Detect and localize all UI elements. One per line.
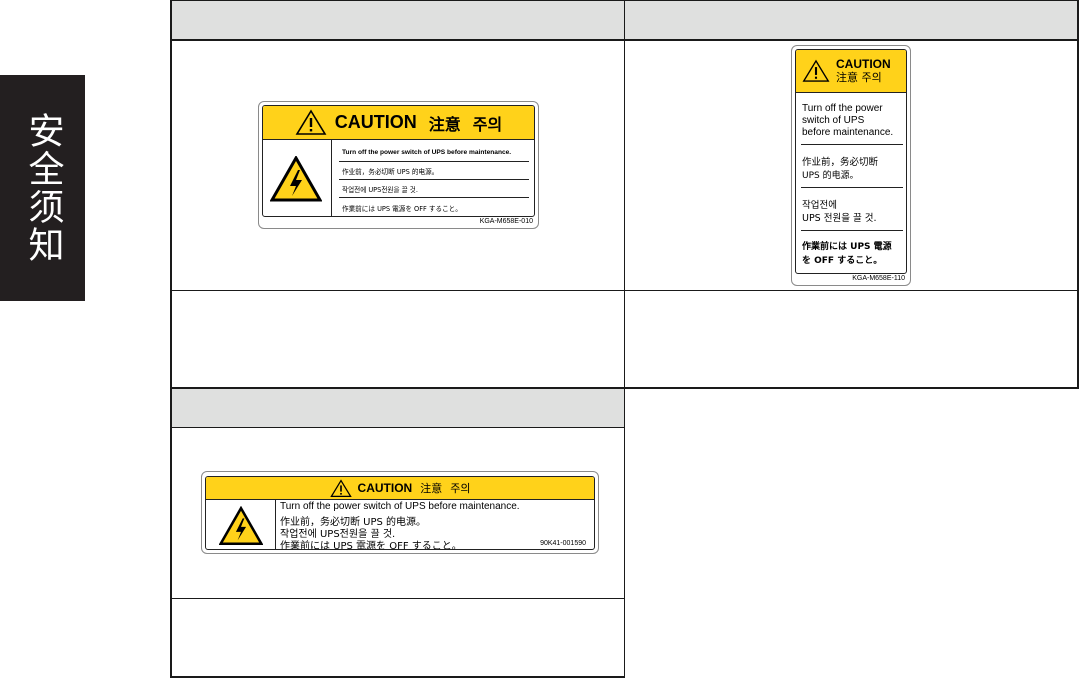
instruction-ja: 作業前には UPS 電源を OFF すること。 (280, 541, 462, 550)
instruction-zh-1: 作业前，务必切断 (802, 157, 879, 168)
table-border (170, 598, 625, 599)
section-side-tab: 安全须知 (0, 75, 85, 301)
instruction-en: Turn off the power switch of UPS before … (280, 501, 520, 512)
instruction-en-2: switch of UPS (802, 115, 865, 126)
table-header-cell-right (625, 1, 1077, 39)
caution-zh: 注意 (420, 482, 443, 495)
caution-word: CAUTION (334, 112, 417, 132)
instruction-ko-1: 작업전에 (802, 200, 837, 211)
instruction-ko: 작업전에 UPS전원을 끌 것. (342, 186, 418, 194)
electric-shock-icon (270, 156, 322, 202)
instruction-en: Turn off the power switch of UPS before … (342, 149, 512, 156)
label-code: 90K41-001590 (540, 540, 586, 547)
table-border (170, 0, 172, 678)
caution-label-wide: CAUTION 注意 주의 Turn off the power switch … (201, 471, 599, 554)
instruction-ja-2: を OFF すること。 (802, 256, 883, 266)
instruction-en-1: Turn off the power (802, 103, 883, 114)
caution-ko: 주의 (450, 482, 471, 495)
instruction-zh-2: UPS 的电源。 (802, 171, 859, 181)
instruction-zh: 作业前，务必切断 UPS 的电源。 (342, 168, 439, 176)
caution-word: CAUTION (357, 481, 413, 495)
exclamation-triangle-icon (329, 478, 352, 497)
caution-zh-ko: 注意 주의 (836, 71, 882, 84)
table-header-cell-left (171, 1, 624, 39)
table-border (170, 427, 625, 428)
label-code: KGA-M658E-110 (852, 275, 905, 282)
exclamation-triangle-icon (802, 59, 830, 82)
instruction-ja-1: 作業前には UPS 電源 (802, 242, 892, 252)
electric-shock-icon (219, 506, 263, 546)
label-code: KGA-M658E-010 (479, 218, 533, 225)
caution-zh: 注意 (428, 114, 461, 134)
instruction-ko-2: UPS 전원을 끌 것. (802, 213, 877, 224)
caution-label-horizontal: CAUTION 注意 주의 Turn off the power switch … (258, 101, 539, 229)
caution-label-vertical: CAUTION 注意 주의 Turn off the power switch … (791, 45, 911, 286)
table-header-cell-lower (171, 389, 624, 427)
instruction-ja: 作業前には UPS 電源を OFF すること。 (342, 205, 462, 213)
caution-ko: 주의 (472, 114, 503, 134)
table-border (624, 0, 625, 678)
instruction-en-3: before maintenance. (802, 127, 894, 138)
exclamation-triangle-icon (295, 109, 327, 135)
caution-word: CAUTION (836, 57, 891, 71)
section-title: 安全须知 (22, 112, 64, 264)
